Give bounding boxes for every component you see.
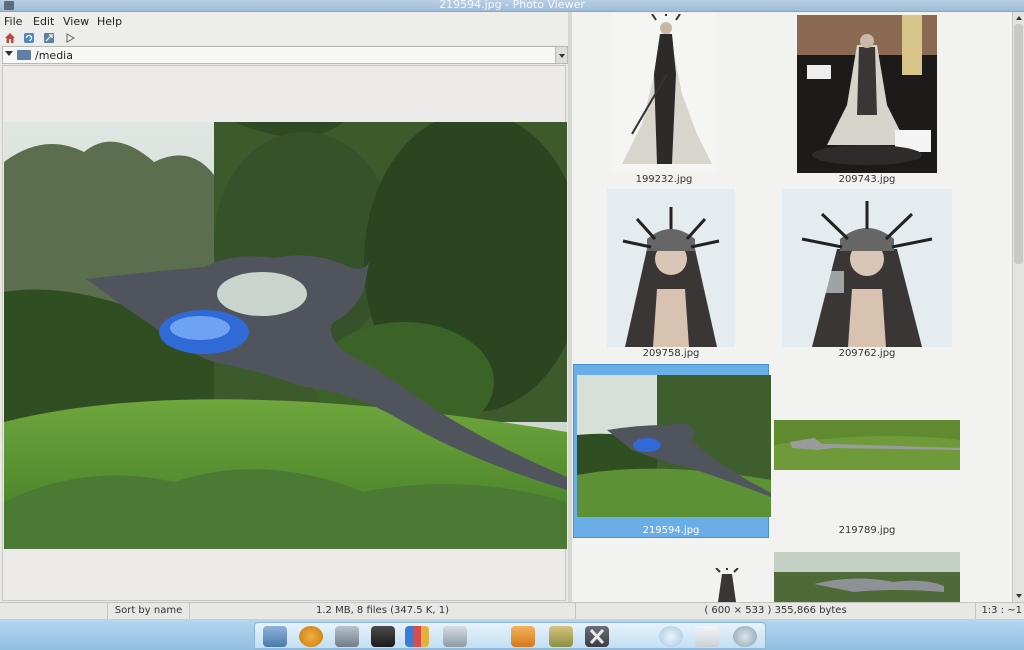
zoom-level: 1:3 : ~1	[981, 605, 1022, 616]
thumbnail-item[interactable]	[797, 15, 937, 173]
thumbnail-panel: 199232.jpg 209743.jpg 209758.jpg 209762.…	[572, 12, 1012, 602]
refresh-icon[interactable]	[23, 32, 35, 44]
thumbnail-item[interactable]	[612, 12, 716, 172]
photos-icon[interactable]	[371, 626, 395, 647]
thumbnail-item-selected[interactable]	[573, 364, 771, 538]
menu-file[interactable]: File	[4, 15, 22, 28]
status-blank	[0, 603, 108, 619]
path-text: /media	[35, 49, 73, 62]
thumbnail-label: 219789.jpg	[838, 525, 896, 536]
thumbnail-item[interactable]	[774, 552, 960, 602]
zoom-fit-icon[interactable]	[43, 32, 55, 44]
path-combo[interactable]: /media	[2, 46, 568, 64]
image-viewer[interactable]	[2, 65, 567, 601]
tools-icon[interactable]	[549, 626, 573, 647]
media-player-icon[interactable]	[443, 626, 467, 647]
scroll-thumb[interactable]	[1014, 24, 1023, 264]
home-icon[interactable]	[4, 32, 16, 44]
thumbnail-item[interactable]	[774, 420, 960, 470]
title-bar: 219594.jpg - Photo Viewer	[0, 0, 1024, 12]
thumbnail-label: 209758.jpg	[642, 348, 700, 359]
thumbnail-scrollbar[interactable]	[1012, 12, 1024, 602]
globe-icon[interactable]	[659, 626, 683, 647]
skype-icon[interactable]	[335, 626, 359, 647]
scroll-up-icon[interactable]	[1016, 16, 1022, 20]
expand-arrow-icon[interactable]	[5, 51, 13, 56]
folders-icon[interactable]	[405, 626, 429, 647]
camera-icon[interactable]	[733, 626, 757, 647]
menu-edit[interactable]: Edit	[33, 15, 54, 28]
photo-viewer-app: 219594.jpg - Photo Viewer File Edit View…	[0, 0, 1024, 650]
thumbnail-item[interactable]	[607, 189, 735, 347]
thumbnail-label: 209743.jpg	[838, 174, 896, 185]
help-icon[interactable]	[299, 626, 323, 647]
keyboard-icon[interactable]	[695, 626, 719, 647]
download-icon[interactable]	[511, 626, 535, 647]
path-dropdown-button[interactable]	[555, 47, 567, 63]
file-summary: 1.2 MB, 8 files (347.5 K, 1)	[190, 603, 576, 619]
thumbnail-label: 199232.jpg	[635, 174, 693, 185]
menu-help[interactable]: Help	[97, 15, 122, 28]
toolbar	[0, 30, 568, 45]
pointer-icon[interactable]	[263, 626, 287, 647]
thumbnail-item[interactable]	[702, 566, 752, 602]
sort-mode[interactable]: Sort by name	[108, 603, 190, 619]
thumbnail-item[interactable]	[782, 189, 952, 347]
thumbnail-label: 209762.jpg	[838, 348, 896, 359]
dock	[254, 622, 766, 649]
status-bar: Sort by name 1.2 MB, 8 files (347.5 K, 1…	[0, 602, 1024, 619]
thumbnail-label: 219594.jpg	[642, 525, 700, 536]
image-info: ( 600 × 533 ) 355,866 bytes	[576, 603, 976, 619]
folder-icon	[17, 50, 31, 60]
close-app-icon[interactable]	[585, 626, 609, 647]
play-icon[interactable]	[64, 32, 76, 44]
scroll-down-icon[interactable]	[1016, 594, 1022, 598]
main-image[interactable]	[4, 122, 567, 549]
menu-bar: File Edit View Help	[0, 12, 568, 30]
menu-view[interactable]: View	[63, 15, 89, 28]
window-title: 219594.jpg - Photo Viewer	[439, 0, 585, 11]
